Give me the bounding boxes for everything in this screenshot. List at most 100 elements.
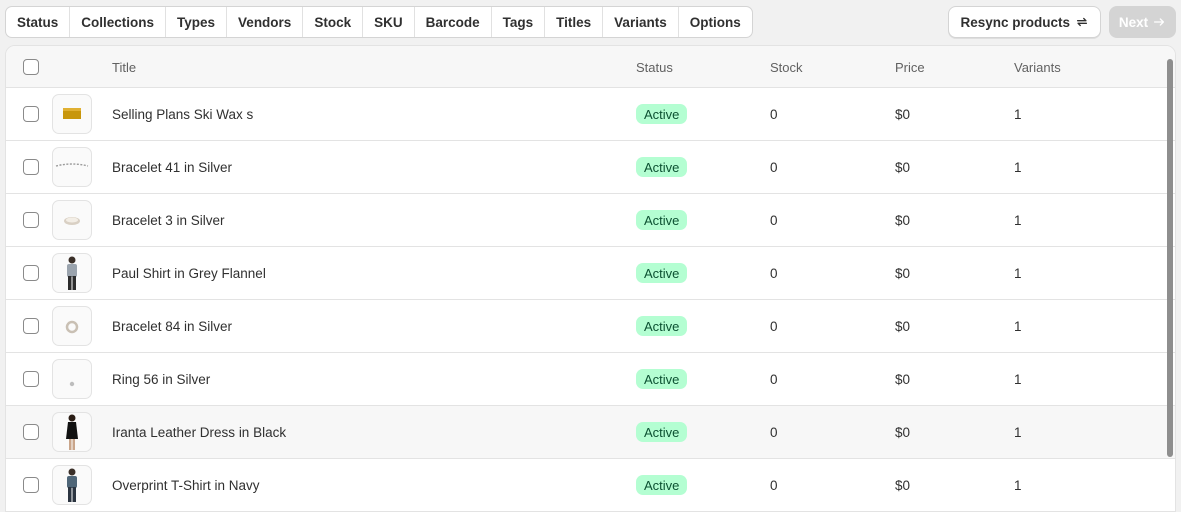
table-row[interactable]: Bracelet 84 in Silver Active 0 $0 1 (6, 300, 1175, 353)
column-stock[interactable]: Stock (770, 46, 803, 88)
stock-value: 0 (770, 106, 778, 122)
row-checkbox[interactable] (23, 477, 39, 493)
table-row[interactable]: Ring 56 in Silver Active 0 $0 1 (6, 353, 1175, 406)
product-thumbnail (52, 94, 92, 134)
product-title[interactable]: Bracelet 41 in Silver (112, 141, 232, 193)
filter-tab-tags[interactable]: Tags (492, 7, 546, 37)
table-row[interactable]: Iranta Leather Dress in Black Active 0 $0 1 (6, 406, 1175, 459)
status-badge: Active (636, 369, 688, 389)
status-badge: Active (636, 475, 688, 495)
product-title[interactable]: Paul Shirt in Grey Flannel (112, 247, 266, 299)
variants-value: 1 (1014, 318, 1022, 334)
variants-value: 1 (1014, 477, 1022, 493)
row-checkbox[interactable] (23, 212, 39, 228)
status-badge: Active (636, 316, 688, 336)
product-title[interactable]: Bracelet 3 in Silver (112, 194, 225, 246)
arrow-right-icon (1154, 18, 1165, 26)
stock-value: 0 (770, 265, 778, 281)
status-cell: Active (636, 406, 688, 458)
price-value: $0 (895, 106, 911, 122)
table-row[interactable]: Paul Shirt in Grey Flannel Active 0 $0 1 (6, 247, 1175, 300)
table-row[interactable]: Bracelet 3 in Silver Active 0 $0 1 (6, 194, 1175, 247)
column-title[interactable]: Title (112, 46, 136, 88)
products-table: Title Status Stock Price Variants Sellin… (5, 45, 1176, 512)
product-thumbnail (52, 200, 92, 240)
filter-tab-types[interactable]: Types (166, 7, 228, 37)
status-cell: Active (636, 353, 688, 405)
price-value: $0 (895, 212, 911, 228)
status-cell: Active (636, 141, 688, 193)
resync-label: Resync products (960, 14, 1070, 30)
sync-icon (1076, 17, 1088, 27)
status-cell: Active (636, 459, 688, 511)
stock-value: 0 (770, 477, 778, 493)
table-header: Title Status Stock Price Variants (6, 46, 1175, 88)
variants-value: 1 (1014, 106, 1022, 122)
product-title[interactable]: Ring 56 in Silver (112, 353, 210, 405)
product-title[interactable]: Bracelet 84 in Silver (112, 300, 232, 352)
product-title[interactable]: Iranta Leather Dress in Black (112, 406, 286, 458)
price-value: $0 (895, 424, 911, 440)
price-value: $0 (895, 159, 911, 175)
filter-tab-collections[interactable]: Collections (70, 7, 167, 37)
status-cell: Active (636, 194, 688, 246)
vertical-scrollbar[interactable] (1167, 59, 1173, 457)
status-badge: Active (636, 263, 688, 283)
select-all-checkbox[interactable] (23, 59, 39, 75)
price-value: $0 (895, 371, 911, 387)
filter-tab-status[interactable]: Status (6, 7, 71, 37)
next-button[interactable]: Next (1109, 6, 1176, 38)
row-checkbox[interactable] (23, 265, 39, 281)
row-checkbox[interactable] (23, 159, 39, 175)
status-cell: Active (636, 247, 688, 299)
filter-tab-stock[interactable]: Stock (303, 7, 364, 37)
row-checkbox[interactable] (23, 371, 39, 387)
row-checkbox[interactable] (23, 424, 39, 440)
variants-value: 1 (1014, 212, 1022, 228)
status-badge: Active (636, 210, 688, 230)
filter-tab-barcode[interactable]: Barcode (415, 7, 492, 37)
status-cell: Active (636, 300, 688, 352)
row-checkbox[interactable] (23, 318, 39, 334)
toolbar: Status Collections Types Vendors Stock SKU Bar… (5, 6, 1176, 38)
status-badge: Active (636, 104, 688, 124)
filter-tab-vendors[interactable]: Vendors (227, 7, 304, 37)
variants-value: 1 (1014, 424, 1022, 440)
filter-tab-variants[interactable]: Variants (603, 7, 679, 37)
filter-tabs: Status Collections Types Vendors Stock SKU Bar… (5, 6, 753, 38)
status-badge: Active (636, 157, 688, 177)
status-cell: Active (636, 88, 688, 140)
product-title[interactable]: Selling Plans Ski Wax s (112, 88, 253, 140)
price-value: $0 (895, 318, 911, 334)
product-thumbnail (52, 359, 92, 399)
product-title[interactable]: Overprint T-Shirt in Navy (112, 459, 260, 511)
stock-value: 0 (770, 318, 778, 334)
product-thumbnail (52, 253, 92, 293)
column-price[interactable]: Price (895, 46, 925, 88)
price-value: $0 (895, 477, 911, 493)
product-thumbnail (52, 147, 92, 187)
stock-value: 0 (770, 212, 778, 228)
stock-value: 0 (770, 371, 778, 387)
variants-value: 1 (1014, 159, 1022, 175)
status-badge: Active (636, 422, 688, 442)
stock-value: 0 (770, 424, 778, 440)
product-thumbnail (52, 465, 92, 505)
variants-value: 1 (1014, 265, 1022, 281)
column-variants[interactable]: Variants (1014, 46, 1061, 88)
table-row[interactable]: Selling Plans Ski Wax s Active 0 $0 1 (6, 88, 1175, 141)
variants-value: 1 (1014, 371, 1022, 387)
row-checkbox[interactable] (23, 106, 39, 122)
price-value: $0 (895, 265, 911, 281)
stock-value: 0 (770, 159, 778, 175)
column-status[interactable]: Status (636, 46, 673, 88)
product-thumbnail (52, 412, 92, 452)
table-row[interactable]: Overprint T-Shirt in Navy Active 0 $0 1 (6, 459, 1175, 512)
product-thumbnail (52, 306, 92, 346)
resync-products-button[interactable]: Resync products (948, 6, 1101, 38)
next-label: Next (1118, 14, 1149, 30)
table-row[interactable]: Bracelet 41 in Silver Active 0 $0 1 (6, 141, 1175, 194)
filter-tab-sku[interactable]: SKU (363, 7, 415, 37)
filter-tab-options[interactable]: Options (679, 7, 752, 37)
filter-tab-titles[interactable]: Titles (545, 7, 604, 37)
